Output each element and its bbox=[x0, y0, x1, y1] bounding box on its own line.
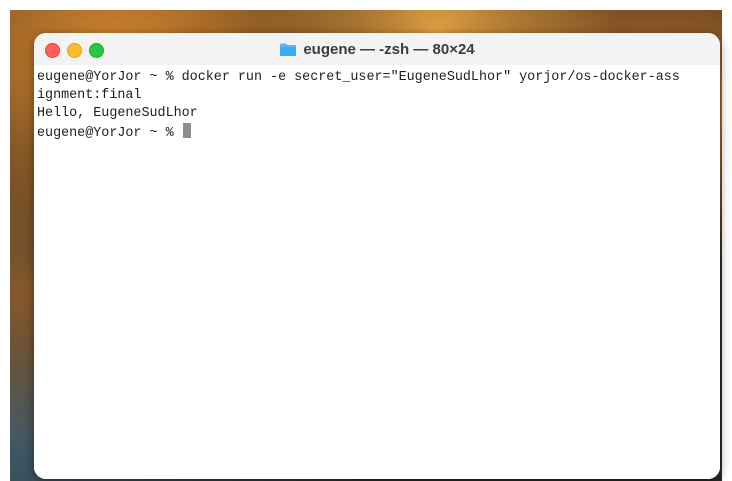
title-bar[interactable]: eugene — -zsh — 80×24 bbox=[34, 33, 720, 65]
terminal-prompt-line[interactable]: eugene@YorJor ~ % bbox=[37, 123, 717, 141]
terminal-line: Hello, EugeneSudLhor bbox=[37, 106, 198, 121]
folder-icon bbox=[280, 43, 297, 56]
terminal-window[interactable]: eugene — -zsh — 80×24 eugene@YorJor ~ % … bbox=[34, 33, 720, 479]
terminal-line: ignment:final bbox=[37, 88, 142, 103]
terminal-output[interactable]: eugene@YorJor ~ % docker run -e secret_u… bbox=[34, 65, 720, 479]
window-title-text: eugene — -zsh — 80×24 bbox=[303, 40, 475, 58]
terminal-line: eugene@YorJor ~ % docker run -e secret_u… bbox=[37, 70, 680, 85]
window-title: eugene — -zsh — 80×24 bbox=[34, 33, 720, 65]
text-cursor bbox=[182, 123, 191, 138]
terminal-prompt: eugene@YorJor ~ % bbox=[37, 126, 182, 141]
